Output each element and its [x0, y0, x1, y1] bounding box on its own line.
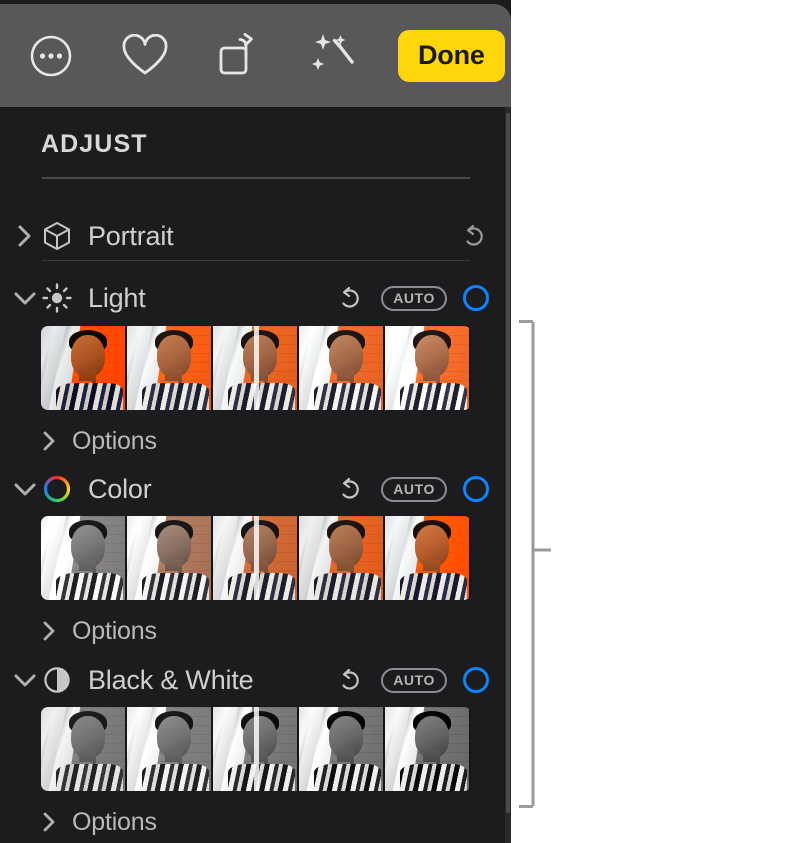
title-divider	[42, 177, 470, 179]
auto-black-and-white-button[interactable]: AUTO	[381, 667, 447, 693]
contrast-circle-icon	[40, 664, 74, 696]
adjustment-label-light: Light	[88, 282, 146, 313]
reset-portrait-button[interactable]	[459, 221, 489, 251]
options-row-light[interactable]: Options	[0, 421, 400, 461]
photo-editor-panel: Done ADJUST Portrait Light AUTO Options …	[0, 0, 511, 843]
color-wheel-icon	[40, 473, 74, 505]
chevron-right-icon[interactable]	[38, 430, 60, 452]
color-slider-playhead[interactable]	[254, 516, 259, 600]
reset-color-button[interactable]	[335, 474, 365, 504]
rotate-icon	[215, 32, 263, 79]
light-slider-filmstrip[interactable]	[41, 326, 471, 410]
favorite-heart-icon	[121, 33, 169, 78]
color-slider-filmstrip[interactable]	[41, 516, 471, 600]
reset-light-button[interactable]	[335, 283, 365, 313]
adjustment-label-color: Color	[88, 473, 152, 504]
reset-black-and-white-button[interactable]	[335, 665, 365, 695]
auto-enhance-wand-icon	[308, 32, 358, 80]
callout-annotation: 拖移這些滑桿來調整相片的外觀。	[511, 0, 806, 843]
black-and-white-toggle-indicator[interactable]	[463, 667, 489, 693]
options-row-color[interactable]: Options	[0, 611, 400, 651]
more-options-button[interactable]	[22, 27, 80, 85]
black-and-white-slider-filmstrip[interactable]	[41, 707, 471, 791]
options-label-light: Options	[72, 426, 157, 455]
favorite-button[interactable]	[116, 27, 174, 85]
auto-light-button[interactable]: AUTO	[381, 285, 447, 311]
light-slider-playhead[interactable]	[254, 326, 259, 410]
options-row-black-and-white[interactable]: Options	[0, 802, 400, 842]
done-button[interactable]: Done	[398, 29, 505, 82]
cube-icon	[40, 220, 74, 252]
black-and-white-slider-playhead[interactable]	[254, 707, 259, 791]
chevron-right-icon[interactable]	[38, 620, 60, 642]
adjustment-label-portrait: Portrait	[88, 220, 174, 251]
sun-icon	[40, 282, 74, 314]
adjustment-row-color[interactable]: Color AUTO	[0, 465, 511, 513]
chevron-down-icon[interactable]	[12, 481, 38, 497]
adjustment-row-portrait[interactable]: Portrait	[0, 212, 511, 260]
row-divider	[42, 260, 470, 261]
more-options-icon	[28, 33, 74, 79]
auto-color-button[interactable]: AUTO	[381, 476, 447, 502]
options-label-black-and-white: Options	[72, 807, 157, 836]
chevron-right-icon[interactable]	[12, 224, 38, 248]
panel-scrollbar-thumb[interactable]	[506, 113, 510, 813]
adjustment-row-light[interactable]: Light AUTO	[0, 274, 511, 322]
callout-bracket-icon	[519, 320, 551, 808]
color-toggle-indicator[interactable]	[463, 476, 489, 502]
light-toggle-indicator[interactable]	[463, 285, 489, 311]
chevron-right-icon[interactable]	[38, 811, 60, 833]
rotate-button[interactable]	[210, 27, 268, 85]
page-title: ADJUST	[41, 130, 148, 158]
auto-enhance-button[interactable]	[304, 27, 362, 85]
chevron-down-icon[interactable]	[12, 672, 38, 688]
adjustment-row-black-and-white[interactable]: Black & White AUTO	[0, 656, 511, 704]
adjustment-label-black-and-white: Black & White	[88, 664, 254, 695]
editor-toolbar: Done	[0, 4, 511, 107]
adjust-panel-body: ADJUST Portrait Light AUTO Options Color…	[0, 107, 511, 843]
options-label-color: Options	[72, 616, 157, 645]
chevron-down-icon[interactable]	[12, 290, 38, 306]
